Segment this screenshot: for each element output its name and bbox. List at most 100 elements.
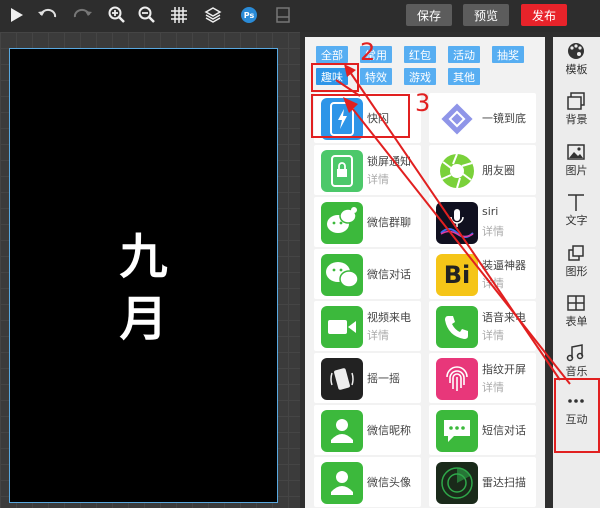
lock-phone-icon	[321, 150, 363, 192]
sidebar-label: 图形	[565, 265, 588, 278]
sidebar-label: 图片	[565, 164, 588, 177]
sidebar-label: 表单	[565, 315, 588, 328]
component-name: 指纹开屏	[482, 363, 526, 376]
tag-lottery[interactable]: 抽奖	[492, 46, 524, 63]
component-shake[interactable]: 摇一摇	[314, 353, 421, 403]
phone-canvas[interactable]: 九 月	[9, 48, 278, 503]
sidebar-label: 模板	[565, 63, 588, 76]
details-link[interactable]: 详情	[482, 327, 504, 343]
save-button[interactable]: 保存	[406, 4, 452, 26]
tag-redpacket[interactable]: 红包	[404, 46, 436, 63]
details-link[interactable]: 详情	[482, 275, 504, 291]
tag-other[interactable]: 其他	[448, 68, 480, 85]
canvas-text-line2[interactable]: 月	[10, 279, 277, 349]
sidebar-label: 音乐	[565, 365, 588, 378]
component-fingerprint[interactable]: 指纹开屏 详情	[429, 353, 536, 403]
flash-phone-icon	[321, 98, 363, 140]
sidebar-item-image[interactable]: 图片	[553, 138, 600, 186]
component-name: 语音来电	[482, 311, 526, 324]
more-icon	[568, 399, 584, 403]
component-flash[interactable]: 快闪	[314, 93, 421, 143]
text-icon	[568, 194, 584, 211]
preview-button[interactable]: 预览	[463, 4, 509, 26]
component-bi-tool[interactable]: Bi 装逼神器 详情	[429, 249, 536, 299]
component-radar-scan[interactable]: 雷达扫描	[429, 457, 536, 507]
sidebar-item-background[interactable]: 背景	[553, 87, 600, 135]
play-icon[interactable]	[4, 2, 30, 28]
tag-games[interactable]: 游戏	[404, 68, 436, 85]
shape-icon	[568, 245, 584, 261]
avatar-icon	[321, 462, 363, 504]
form-icon	[567, 295, 585, 311]
component-name: 锁屏通知	[367, 155, 411, 168]
component-name: 雷达扫描	[482, 476, 526, 489]
component-name: 装逼神器	[482, 259, 526, 272]
details-link[interactable]: 详情	[367, 171, 389, 187]
tag-all[interactable]: 全部	[316, 46, 348, 63]
sidebar-item-shape[interactable]: 图形	[553, 239, 600, 287]
canvas-text-line1[interactable]: 九	[10, 217, 277, 287]
publish-button[interactable]: 发布	[521, 4, 567, 26]
aperture-icon	[436, 150, 478, 192]
bi-icon: Bi	[436, 254, 478, 296]
background-icon	[567, 92, 585, 110]
component-name: 一镜到底	[482, 112, 526, 125]
wechat-group-icon	[321, 202, 363, 244]
component-video-call[interactable]: 视频来电 详情	[314, 301, 421, 351]
step-3-label: 3	[415, 89, 431, 117]
sidebar-item-form[interactable]: 表单	[553, 289, 600, 337]
tag-effects[interactable]: 特效	[360, 68, 392, 85]
photoshop-badge: Ps	[241, 7, 257, 23]
component-wechat-chat[interactable]: 微信对话	[314, 249, 421, 299]
redo-icon[interactable]	[70, 2, 96, 28]
fingerprint-icon	[436, 358, 478, 400]
sidebar-label: 文字	[565, 214, 588, 227]
palette-icon	[568, 43, 584, 59]
component-voice-call[interactable]: 语音来电 详情	[429, 301, 536, 351]
layers-icon[interactable]	[200, 2, 226, 28]
sidebar-label: 背景	[565, 113, 588, 126]
component-wechat-group[interactable]: 微信群聊	[314, 197, 421, 247]
siri-icon	[436, 202, 478, 244]
undo-icon[interactable]	[34, 2, 60, 28]
component-name: 微信昵称	[367, 424, 411, 437]
component-name: 视频来电	[367, 311, 411, 324]
sidebar-item-text[interactable]: 文字	[553, 188, 600, 236]
sidebar-label: 互动	[565, 413, 588, 426]
zoom-out-icon[interactable]	[134, 2, 160, 28]
component-wechat-avatar[interactable]: 微信头像	[314, 457, 421, 507]
component-lockscreen[interactable]: 锁屏通知 详情	[314, 145, 421, 195]
layers-diamond-icon	[436, 98, 478, 140]
details-link[interactable]: 详情	[482, 223, 504, 239]
sidebar-item-template[interactable]: 模板	[553, 37, 600, 85]
details-link[interactable]: 详情	[482, 379, 504, 395]
component-moments[interactable]: 朋友圈	[429, 145, 536, 195]
wechat-chat-icon	[321, 254, 363, 296]
component-name: 微信对话	[367, 268, 411, 281]
component-wechat-nickname[interactable]: 微信昵称	[314, 405, 421, 455]
component-name: 微信群聊	[367, 216, 411, 229]
music-icon	[566, 344, 584, 362]
tag-activity[interactable]: 活动	[448, 46, 480, 63]
tag-fun[interactable]: 趣味	[316, 68, 348, 85]
image-icon	[567, 144, 585, 160]
component-name: siri	[482, 205, 499, 218]
component-siri[interactable]: siri 详情	[429, 197, 536, 247]
sms-bubble-icon	[436, 410, 478, 452]
step-2-label: 2	[360, 38, 376, 66]
sidebar-item-music[interactable]: 音乐	[553, 339, 600, 387]
shake-hand-icon	[321, 358, 363, 400]
header-bar: 保存 预览 发布	[300, 0, 600, 32]
editor-toolbar: Ps	[0, 0, 300, 32]
phone-icon	[436, 306, 478, 348]
bi-icon-label: Bi	[443, 261, 471, 289]
user-card-icon	[321, 410, 363, 452]
component-sms-chat[interactable]: 短信对话	[429, 405, 536, 455]
grid-icon[interactable]	[166, 2, 192, 28]
component-one-shot[interactable]: 一镜到底	[429, 93, 536, 143]
details-link[interactable]: 详情	[367, 327, 389, 343]
sidebar-item-interactive[interactable]: 互动	[553, 387, 600, 435]
zoom-in-icon[interactable]	[104, 2, 130, 28]
component-name: 短信对话	[482, 424, 526, 437]
photoshop-icon[interactable]: Ps	[236, 2, 262, 28]
